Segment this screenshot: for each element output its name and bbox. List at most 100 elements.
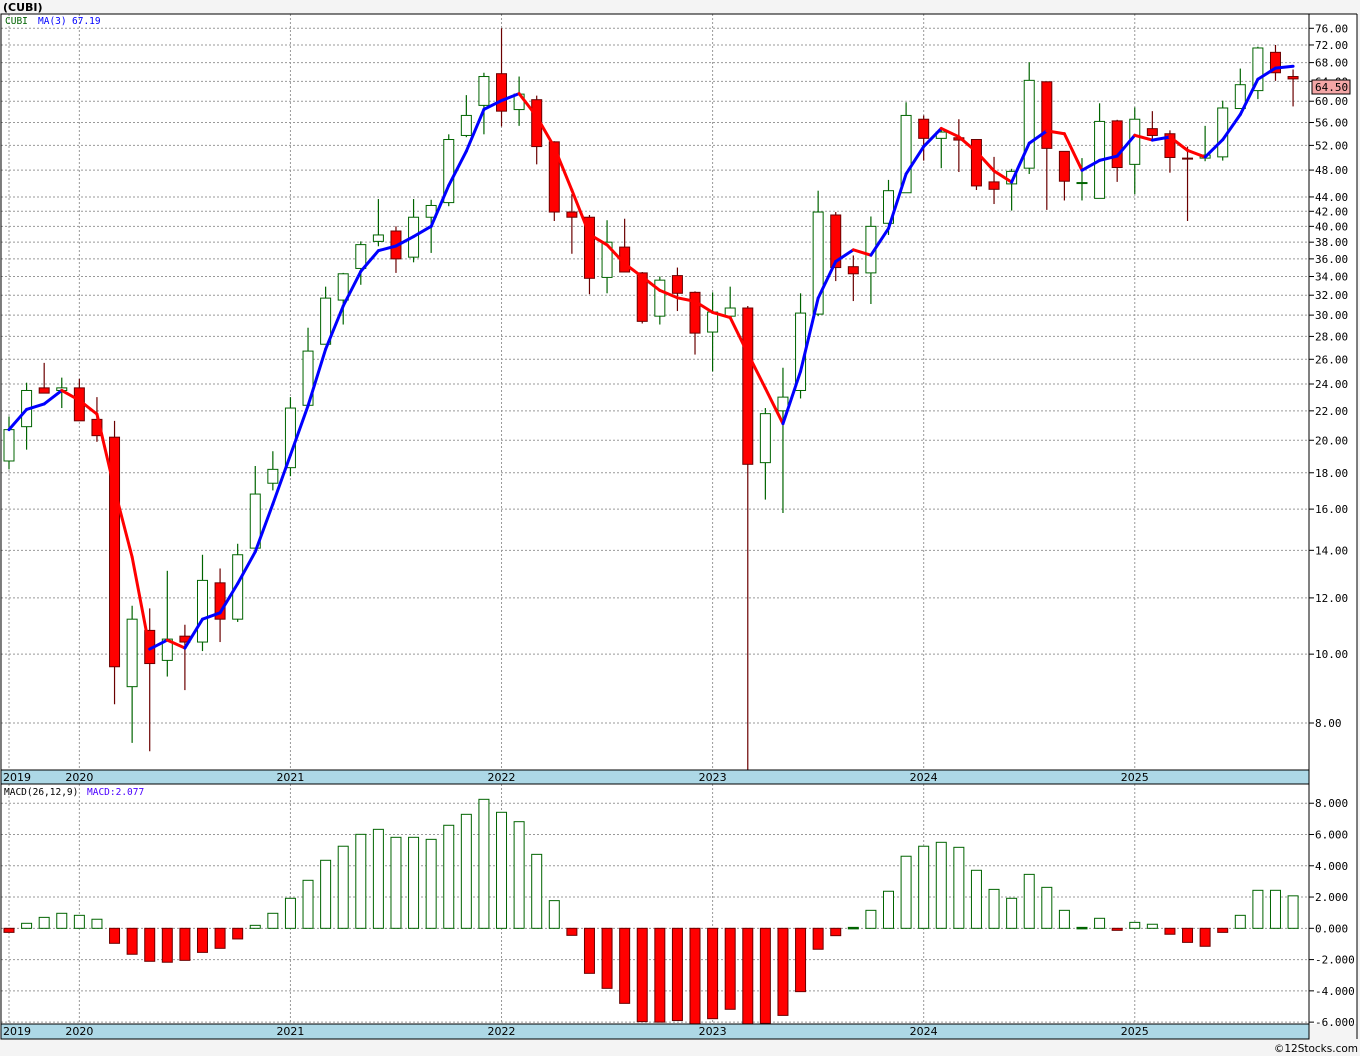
price-tick-label: 60.00 bbox=[1315, 95, 1348, 108]
macd-bar bbox=[460, 813, 472, 929]
macd-bar bbox=[777, 927, 789, 1016]
macd-legend-label: MACD(26,12,9) bbox=[4, 787, 78, 798]
macd-bar bbox=[1164, 927, 1176, 935]
ma-segment bbox=[1273, 64, 1295, 70]
macd-bar bbox=[126, 927, 138, 955]
macd-bar bbox=[566, 927, 578, 936]
year-label: 2020 bbox=[65, 1025, 93, 1038]
price-tick-label: 30.00 bbox=[1315, 309, 1348, 322]
macd-bar bbox=[337, 845, 349, 929]
legend-symbol: CUBI bbox=[5, 16, 28, 27]
macd-bar bbox=[671, 927, 683, 1022]
candle-body bbox=[847, 266, 859, 275]
macd-bar bbox=[91, 918, 103, 929]
macd-tick-label: 0.000 bbox=[1315, 922, 1348, 935]
price-tick-label: 42.00 bbox=[1315, 205, 1348, 218]
candle-body bbox=[355, 244, 367, 269]
candle-body bbox=[460, 114, 472, 136]
legend-ma-label: MA(3) bbox=[38, 16, 67, 27]
macd-bar bbox=[214, 927, 226, 949]
macd-bar bbox=[583, 927, 595, 974]
macd-bar bbox=[636, 927, 648, 1023]
price-tick-label: 32.00 bbox=[1315, 289, 1348, 302]
price-tick-label: 14.00 bbox=[1315, 544, 1348, 557]
macd-bar bbox=[1094, 917, 1106, 929]
macd-bar bbox=[425, 838, 437, 929]
candle-body bbox=[126, 618, 138, 688]
macd-bar bbox=[3, 927, 15, 933]
macd-bar bbox=[970, 869, 982, 929]
year-label: 2022 bbox=[488, 1025, 516, 1038]
macd-bar bbox=[742, 927, 754, 1024]
price-tick-label: 34.00 bbox=[1315, 271, 1348, 284]
macd-tick-label: 2.000 bbox=[1315, 891, 1348, 904]
year-label: 2023 bbox=[699, 771, 727, 784]
candle-body bbox=[1287, 76, 1299, 80]
macd-bar bbox=[1217, 927, 1229, 933]
candle bbox=[1217, 100, 1229, 161]
macd-bar bbox=[619, 927, 631, 1004]
year-label: 2023 bbox=[699, 1025, 727, 1038]
macd-bar bbox=[161, 927, 173, 963]
candle-body bbox=[1111, 120, 1123, 169]
macd-bar bbox=[830, 927, 842, 937]
price-tick-label: 8.00 bbox=[1315, 717, 1342, 730]
macd-bar bbox=[1076, 926, 1088, 930]
year-label: 2021 bbox=[276, 771, 304, 784]
price-tick-label: 28.00 bbox=[1315, 330, 1348, 343]
candle-body bbox=[478, 76, 490, 106]
macd-bar bbox=[267, 912, 279, 929]
candle-body bbox=[38, 387, 50, 394]
price-tick-label: 56.00 bbox=[1315, 117, 1348, 130]
macd-bar bbox=[56, 912, 68, 929]
price-tick-label: 18.00 bbox=[1315, 467, 1348, 480]
year-label: 2025 bbox=[1121, 771, 1149, 784]
macd-bar bbox=[1182, 927, 1194, 943]
macd-bar bbox=[38, 916, 50, 929]
macd-bar bbox=[513, 821, 525, 929]
macd-bar bbox=[1146, 923, 1158, 929]
year-label: 2019 bbox=[3, 771, 31, 784]
macd-bar bbox=[144, 927, 156, 962]
candle-body bbox=[1058, 150, 1070, 182]
price-tick-label: 76.00 bbox=[1315, 22, 1348, 35]
macd-bar bbox=[1023, 873, 1035, 929]
price-tick-label: 44.00 bbox=[1315, 191, 1348, 204]
price-tick-label: 68.00 bbox=[1315, 57, 1348, 70]
price-tick-label: 40.00 bbox=[1315, 220, 1348, 233]
price-tick-label: 48.00 bbox=[1315, 164, 1348, 177]
candle-body bbox=[742, 307, 754, 465]
candle-body bbox=[1023, 79, 1035, 169]
candle-body bbox=[566, 211, 578, 218]
macd-bar bbox=[21, 922, 33, 929]
macd-bar bbox=[1111, 927, 1123, 931]
date-bar-bottom bbox=[0, 1023, 1310, 1040]
year-label: 2025 bbox=[1121, 1025, 1149, 1038]
stock-chart: (CUBI) 76.0072.0068.0064.0060.0056.0052.… bbox=[0, 0, 1360, 1056]
macd-bar bbox=[865, 909, 877, 929]
macd-tick-label: -2.000 bbox=[1315, 954, 1355, 967]
candle-body bbox=[988, 181, 1000, 190]
candle-body bbox=[1076, 182, 1088, 185]
candle-body bbox=[724, 307, 736, 317]
macd-bar bbox=[1199, 927, 1211, 947]
year-label: 2019 bbox=[3, 1025, 31, 1038]
price-tick-label: 24.00 bbox=[1315, 378, 1348, 391]
chart-area-background bbox=[1, 14, 1357, 1024]
macd-legend-value: MACD:2.077 bbox=[87, 787, 144, 798]
macd-bar bbox=[372, 828, 384, 929]
macd-bar bbox=[73, 914, 85, 929]
macd-bar bbox=[707, 927, 719, 1020]
candle-body bbox=[970, 139, 982, 187]
year-label: 2021 bbox=[276, 1025, 304, 1038]
candle-body bbox=[918, 118, 930, 139]
price-tick-label: 20.00 bbox=[1315, 434, 1348, 447]
macd-bar bbox=[1287, 895, 1299, 929]
macd-bar bbox=[1058, 909, 1070, 929]
macd-bar bbox=[759, 927, 771, 1024]
year-label: 2022 bbox=[488, 771, 516, 784]
macd-bar bbox=[531, 853, 543, 929]
macd-bar bbox=[654, 927, 666, 1023]
macd-bar bbox=[496, 811, 508, 929]
candle-body bbox=[496, 73, 508, 112]
